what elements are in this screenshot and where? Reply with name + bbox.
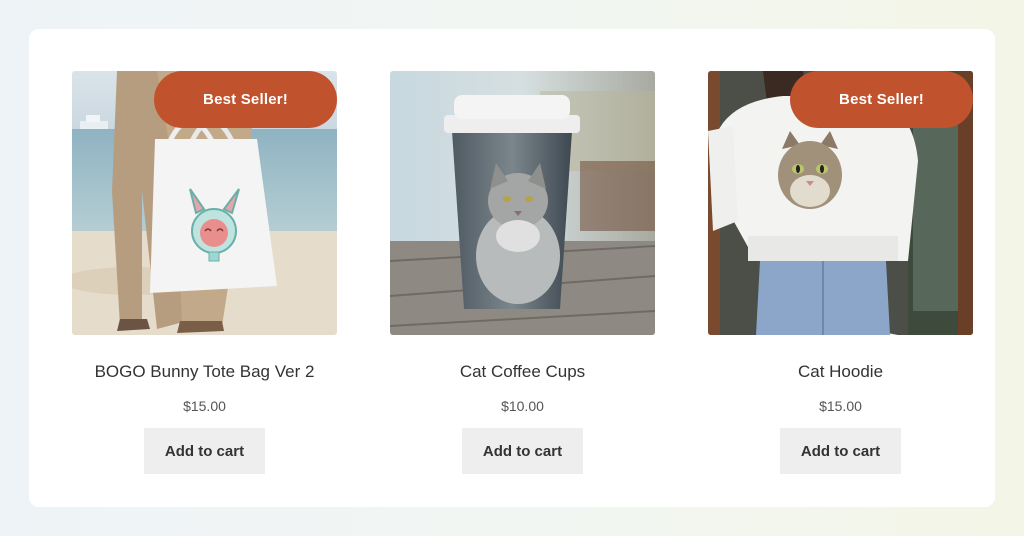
cat-coffee-cup-photo — [390, 71, 655, 335]
product-title[interactable]: Cat Coffee Cups — [390, 361, 655, 383]
product-card-cat-hoodie: Best Seller! Cat Hoodie $15.00 Add to ca… — [708, 71, 973, 474]
product-card-cat-coffee-cups: Cat Coffee Cups $10.00 Add to cart — [390, 71, 655, 474]
best-seller-badge: Best Seller! — [790, 71, 973, 128]
product-card-bunny-tote: Best Seller! BOGO Bunny Tote Bag Ver 2 $… — [72, 71, 337, 474]
product-title[interactable]: BOGO Bunny Tote Bag Ver 2 — [72, 361, 337, 383]
product-image-cat-hoodie[interactable]: Best Seller! — [708, 71, 973, 335]
product-image-cat-coffee-cups[interactable] — [390, 71, 655, 335]
add-to-cart-button[interactable]: Add to cart — [780, 428, 901, 474]
add-to-cart-button[interactable]: Add to cart — [462, 428, 583, 474]
product-price: $10.00 — [501, 398, 544, 414]
add-to-cart-button[interactable]: Add to cart — [144, 428, 265, 474]
product-price: $15.00 — [183, 398, 226, 414]
product-title[interactable]: Cat Hoodie — [708, 361, 973, 383]
product-image-bunny-tote[interactable]: Best Seller! — [72, 71, 337, 335]
product-price: $15.00 — [819, 398, 862, 414]
product-grid-panel: Best Seller! BOGO Bunny Tote Bag Ver 2 $… — [29, 29, 995, 507]
best-seller-badge: Best Seller! — [154, 71, 337, 128]
